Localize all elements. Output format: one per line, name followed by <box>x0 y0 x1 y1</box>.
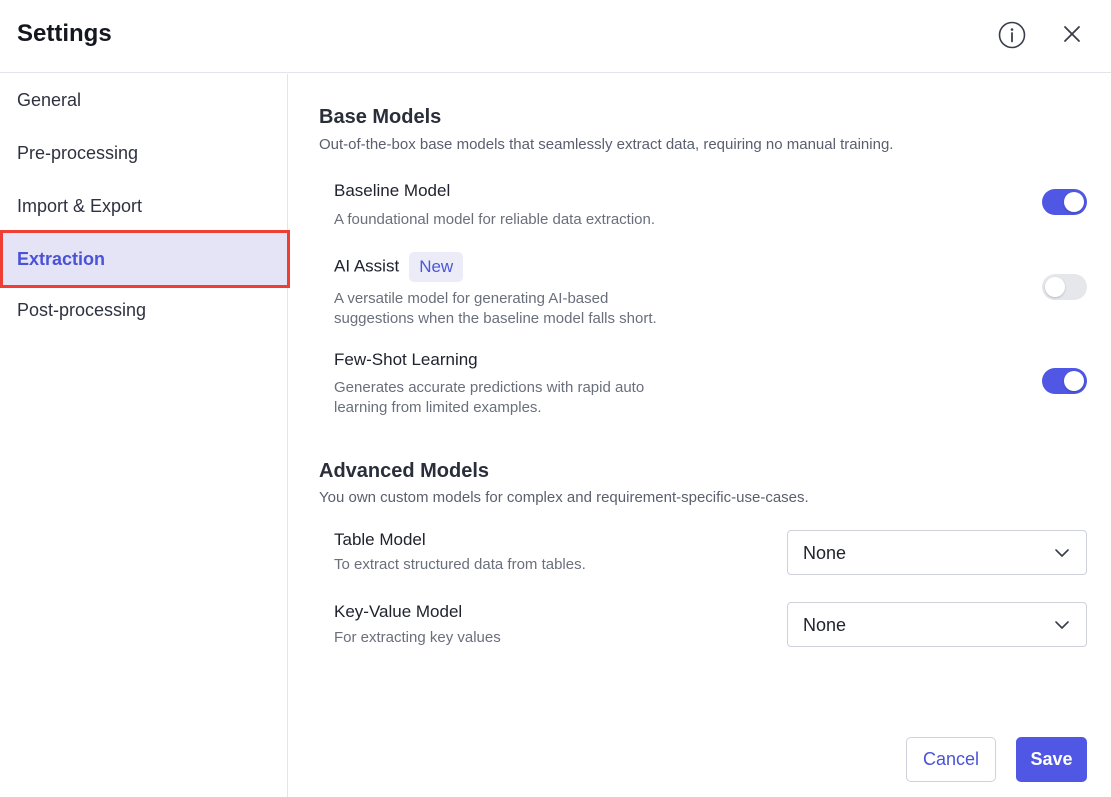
key-value-model-title: Key-Value Model <box>334 602 463 621</box>
toggle-knob <box>1064 192 1084 212</box>
page-title: Settings <box>17 20 112 47</box>
baseline-model-title: Baseline Model <box>334 181 451 200</box>
table-model-select[interactable]: None <box>787 530 1087 575</box>
ai-assist-description: A versatile model for generating AI-base… <box>334 289 714 329</box>
sidebar-item-pre-processing[interactable]: Pre-processing <box>0 127 287 180</box>
sidebar-item-extraction[interactable]: Extraction <box>0 230 290 288</box>
toggle-knob <box>1045 277 1065 297</box>
base-models-description: Out-of-the-box base models that seamless… <box>319 136 894 153</box>
advanced-models-description: You own custom models for complex and re… <box>319 489 809 506</box>
ai-assist-toggle[interactable] <box>1042 274 1087 300</box>
info-circle-icon <box>998 21 1026 49</box>
few-shot-description-line: Generates accurate predictions with rapi… <box>334 379 645 396</box>
ai-assist-description-line: suggestions when the baseline model fall… <box>334 310 657 327</box>
toggle-knob <box>1064 371 1084 391</box>
chevron-down-icon <box>1055 621 1069 629</box>
ai-assist-title: AI Assist <box>334 256 400 276</box>
few-shot-description-line: learning from limited examples. <box>334 399 542 416</box>
new-badge: New <box>409 252 464 282</box>
table-model-description: To extract structured data from tables. <box>334 556 586 573</box>
dialog-header: Settings <box>0 0 1111 73</box>
sidebar-item-import-export[interactable]: Import & Export <box>0 180 287 233</box>
few-shot-learning-toggle[interactable] <box>1042 368 1087 394</box>
sidebar-item-post-processing[interactable]: Post-processing <box>0 284 287 337</box>
chevron-down-icon <box>1055 549 1069 557</box>
table-model-selected-value: None <box>803 543 847 563</box>
advanced-models-heading: Advanced Models <box>319 460 490 482</box>
sidebar-item-general[interactable]: General <box>0 74 287 127</box>
table-model-title: Table Model <box>334 530 426 549</box>
ai-assist-title-row: AI Assist New <box>334 252 464 282</box>
key-value-model-select[interactable]: None <box>787 602 1087 647</box>
close-icon <box>1064 26 1080 42</box>
key-value-model-description: For extracting key values <box>334 629 501 646</box>
cancel-button[interactable]: Cancel <box>906 737 996 782</box>
baseline-model-toggle[interactable] <box>1042 189 1087 215</box>
save-button[interactable]: Save <box>1016 737 1087 782</box>
settings-content: Base Models Out-of-the-box base models t… <box>289 74 1111 797</box>
info-button[interactable] <box>997 20 1027 50</box>
key-value-model-selected-value: None <box>803 615 847 635</box>
ai-assist-description-line: A versatile model for generating AI-base… <box>334 290 609 307</box>
settings-sidebar: General Pre-processing Import & Export E… <box>0 74 290 797</box>
base-models-heading: Base Models <box>319 106 442 128</box>
baseline-model-description: A foundational model for reliable data e… <box>334 211 656 228</box>
few-shot-learning-title: Few-Shot Learning <box>334 350 478 369</box>
close-button[interactable] <box>1059 21 1085 47</box>
few-shot-learning-description: Generates accurate predictions with rapi… <box>334 378 714 418</box>
